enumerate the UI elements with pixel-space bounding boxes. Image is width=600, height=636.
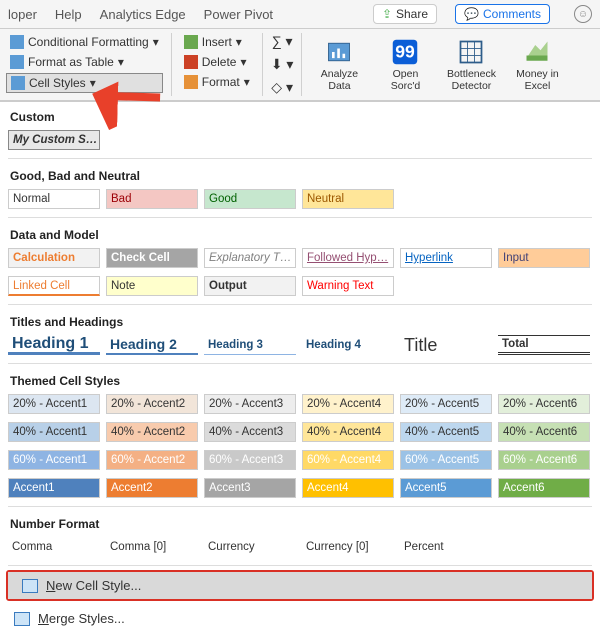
style-60-accent6[interactable]: 60% - Accent6 xyxy=(498,450,590,470)
style-total[interactable]: Total xyxy=(498,335,590,355)
ribbon-tabs: loper Help Analytics Edge Power Pivot ⇪S… xyxy=(0,0,600,29)
share-button[interactable]: ⇪Share xyxy=(373,4,437,24)
fill-icon[interactable]: ⬇ ▾ xyxy=(271,56,294,73)
style-hyperlink[interactable]: Hyperlink xyxy=(400,248,492,268)
chevron-down-icon: ▾ xyxy=(118,55,124,69)
conditional-formatting-icon xyxy=(10,35,24,49)
annotation-highlight-box: NNew Cell Style...ew Cell Style... xyxy=(6,570,594,601)
style-comma[interactable]: Comma xyxy=(8,537,100,557)
style-20-accent6[interactable]: 20% - Accent6 xyxy=(498,394,590,414)
style-accent1[interactable]: Accent1 xyxy=(8,478,100,498)
analyze-data-icon xyxy=(325,38,353,66)
style-heading-4[interactable]: Heading 4 xyxy=(302,335,394,355)
section-number-format: Number Format xyxy=(0,509,600,535)
new-cell-style-button[interactable]: NNew Cell Style...ew Cell Style... xyxy=(8,572,592,599)
table-icon xyxy=(10,55,24,69)
style-currency[interactable]: Currency xyxy=(204,537,296,557)
style-40-accent3[interactable]: 40% - Accent3 xyxy=(204,422,296,442)
cell-styles-icon xyxy=(11,76,25,90)
style-linked-cell[interactable]: Linked Cell xyxy=(8,276,100,296)
cell-styles-gallery: Custom My Custom S… Good, Bad and Neutra… xyxy=(0,101,600,632)
insert-button[interactable]: Insert ▾ xyxy=(180,33,254,51)
insert-icon xyxy=(184,35,198,49)
style-20-accent2[interactable]: 20% - Accent2 xyxy=(106,394,198,414)
new-style-icon xyxy=(22,579,38,593)
money-icon xyxy=(523,38,551,66)
comments-button[interactable]: 💬Comments xyxy=(455,4,550,24)
style-heading-1[interactable]: Heading 1 xyxy=(8,335,100,355)
style-neutral[interactable]: Neutral xyxy=(302,189,394,209)
feedback-smiley-icon[interactable]: ☺ xyxy=(574,5,592,23)
style-40-accent4[interactable]: 40% - Accent4 xyxy=(302,422,394,442)
ribbon-bar: Conditional Formatting ▾ Format as Table… xyxy=(0,29,600,101)
style-heading-2[interactable]: Heading 2 xyxy=(106,335,198,355)
autosum-icon[interactable]: ∑ ▾ xyxy=(272,33,293,50)
section-data-model: Data and Model xyxy=(0,220,600,246)
merge-styles-icon xyxy=(14,612,30,626)
share-icon: ⇪ xyxy=(382,7,392,21)
style-60-accent1[interactable]: 60% - Accent1 xyxy=(8,450,100,470)
style-my-custom[interactable]: My Custom S… xyxy=(8,130,100,150)
style-40-accent6[interactable]: 40% - Accent6 xyxy=(498,422,590,442)
conditional-formatting-button[interactable]: Conditional Formatting ▾ xyxy=(6,33,163,51)
style-20-accent3[interactable]: 20% - Accent3 xyxy=(204,394,296,414)
style-output[interactable]: Output xyxy=(204,276,296,296)
style-40-accent5[interactable]: 40% - Accent5 xyxy=(400,422,492,442)
format-icon xyxy=(184,75,198,89)
style-percent[interactable]: Percent xyxy=(400,537,492,557)
bottleneck-detector-button[interactable]: Bottleneck Detector xyxy=(442,33,500,96)
style-20-accent1[interactable]: 20% - Accent1 xyxy=(8,394,100,414)
sorcd-icon: 99 xyxy=(391,38,419,66)
comment-icon: 💬 xyxy=(464,7,479,21)
chevron-down-icon: ▾ xyxy=(90,76,96,90)
chevron-down-icon: ▾ xyxy=(153,35,159,49)
style-20-accent4[interactable]: 20% - Accent4 xyxy=(302,394,394,414)
style-60-accent4[interactable]: 60% - Accent4 xyxy=(302,450,394,470)
style-accent4[interactable]: Accent4 xyxy=(302,478,394,498)
section-good-bad-neutral: Good, Bad and Neutral xyxy=(0,161,600,187)
tab-power-pivot[interactable]: Power Pivot xyxy=(204,7,273,22)
format-button[interactable]: Format ▾ xyxy=(180,73,254,91)
style-title[interactable]: Title xyxy=(400,335,492,355)
section-titles-headings: Titles and Headings xyxy=(0,307,600,333)
bottleneck-icon xyxy=(457,38,485,66)
style-warning-text[interactable]: Warning Text xyxy=(302,276,394,296)
style-40-accent1[interactable]: 40% - Accent1 xyxy=(8,422,100,442)
section-themed-styles: Themed Cell Styles xyxy=(0,366,600,392)
style-40-accent2[interactable]: 40% - Accent2 xyxy=(106,422,198,442)
merge-styles-button[interactable]: Merge Styles... xyxy=(0,605,600,632)
style-input[interactable]: Input xyxy=(498,248,590,268)
style-good[interactable]: Good xyxy=(204,189,296,209)
style-followed-hyperlink[interactable]: Followed Hyp… xyxy=(302,248,394,268)
style-normal[interactable]: Normal xyxy=(8,189,100,209)
style-note[interactable]: Note xyxy=(106,276,198,296)
style-currency-0[interactable]: Currency [0] xyxy=(302,537,394,557)
delete-icon xyxy=(184,55,198,69)
open-sorcd-button[interactable]: 99 Open Sorc'd xyxy=(376,33,434,96)
style-calculation[interactable]: Calculation xyxy=(8,248,100,268)
svg-text:99: 99 xyxy=(396,41,416,61)
section-custom: Custom xyxy=(0,102,600,128)
tab-developer[interactable]: loper xyxy=(8,7,37,22)
style-accent3[interactable]: Accent3 xyxy=(204,478,296,498)
clear-icon[interactable]: ◇ ▾ xyxy=(271,79,293,96)
tab-analytics-edge[interactable]: Analytics Edge xyxy=(100,7,186,22)
style-20-accent5[interactable]: 20% - Accent5 xyxy=(400,394,492,414)
style-explanatory[interactable]: Explanatory T… xyxy=(204,248,296,268)
style-60-accent3[interactable]: 60% - Accent3 xyxy=(204,450,296,470)
style-accent2[interactable]: Accent2 xyxy=(106,478,198,498)
style-accent6[interactable]: Accent6 xyxy=(498,478,590,498)
style-60-accent5[interactable]: 60% - Accent5 xyxy=(400,450,492,470)
money-in-excel-button[interactable]: Money in Excel xyxy=(508,33,566,96)
analyze-data-button[interactable]: Analyze Data xyxy=(310,33,368,96)
style-comma-0[interactable]: Comma [0] xyxy=(106,537,198,557)
delete-button[interactable]: Delete ▾ xyxy=(180,53,254,71)
style-accent5[interactable]: Accent5 xyxy=(400,478,492,498)
style-bad[interactable]: Bad xyxy=(106,189,198,209)
format-as-table-button[interactable]: Format as Table ▾ xyxy=(6,53,163,71)
style-heading-3[interactable]: Heading 3 xyxy=(204,335,296,355)
tab-help[interactable]: Help xyxy=(55,7,82,22)
style-check-cell[interactable]: Check Cell xyxy=(106,248,198,268)
style-60-accent2[interactable]: 60% - Accent2 xyxy=(106,450,198,470)
